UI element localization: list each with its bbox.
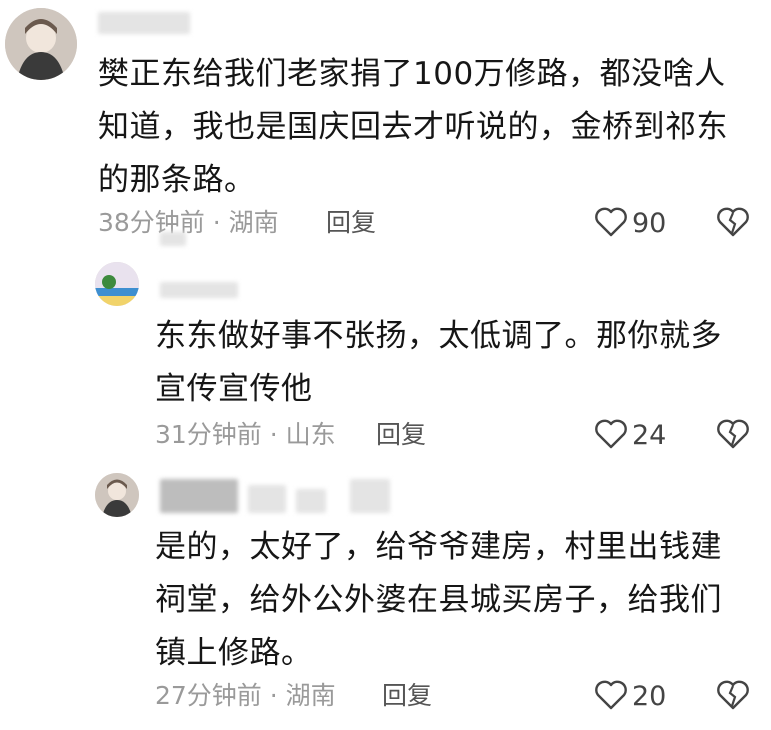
reply-item: 是的，太好了，给爷爷建房，村里出钱建祠堂，给外公外婆在县城买房子，给我们镇上修路… bbox=[0, 465, 771, 730]
like-button[interactable]: 24 bbox=[594, 418, 666, 454]
blurred-username bbox=[160, 479, 238, 513]
avatar[interactable] bbox=[5, 8, 77, 80]
comment-meta: 31分钟前 · 山东 bbox=[155, 420, 336, 449]
comment-meta: 27分钟前 · 湖南 bbox=[155, 681, 336, 710]
broken-heart-icon bbox=[716, 419, 750, 454]
avatar[interactable] bbox=[95, 262, 139, 306]
comment-text: 樊正东给我们老家捐了100万修路，都没啥人知道，我也是国庆回去才听说的，金桥到祁… bbox=[98, 56, 728, 198]
reply-button[interactable]: 回复 bbox=[382, 681, 432, 711]
reply-item: 东东做好事不张扬，太低调了。那你就多宣传宣传他 31分钟前 · 山东 回复 24 bbox=[0, 250, 771, 465]
like-button[interactable]: 20 bbox=[594, 679, 666, 715]
dislike-button[interactable] bbox=[716, 679, 750, 715]
blurred-mark bbox=[160, 232, 186, 246]
like-count: 90 bbox=[632, 208, 667, 239]
dislike-button[interactable] bbox=[716, 206, 750, 242]
comment-text: 是的，太好了，给爷爷建房，村里出钱建祠堂，给外公外婆在县城买房子，给我们镇上修路… bbox=[155, 529, 722, 671]
blurred-username bbox=[350, 479, 390, 513]
avatar[interactable] bbox=[95, 473, 139, 517]
reply-button[interactable]: 回复 bbox=[326, 208, 376, 238]
like-count: 24 bbox=[632, 420, 667, 451]
blurred-username bbox=[248, 485, 286, 513]
like-count: 20 bbox=[632, 681, 667, 712]
reply-button[interactable]: 回复 bbox=[376, 420, 426, 450]
comment-item: 樊正东给我们老家捐了100万修路，都没啥人知道，我也是国庆回去才听说的，金桥到祁… bbox=[0, 0, 771, 250]
blurred-username bbox=[160, 282, 238, 298]
heart-outline-icon bbox=[594, 418, 628, 454]
like-button[interactable]: 90 bbox=[594, 206, 666, 242]
comment-text: 东东做好事不张扬，太低调了。那你就多宣传宣传他 bbox=[155, 318, 722, 407]
blurred-username bbox=[296, 489, 326, 513]
comment-meta: 38分钟前 · 湖南 bbox=[98, 208, 279, 237]
broken-heart-icon bbox=[716, 207, 750, 242]
blurred-username bbox=[98, 12, 190, 34]
broken-heart-icon bbox=[716, 680, 750, 715]
heart-outline-icon bbox=[594, 206, 628, 242]
dislike-button[interactable] bbox=[716, 418, 750, 454]
heart-outline-icon bbox=[594, 679, 628, 715]
